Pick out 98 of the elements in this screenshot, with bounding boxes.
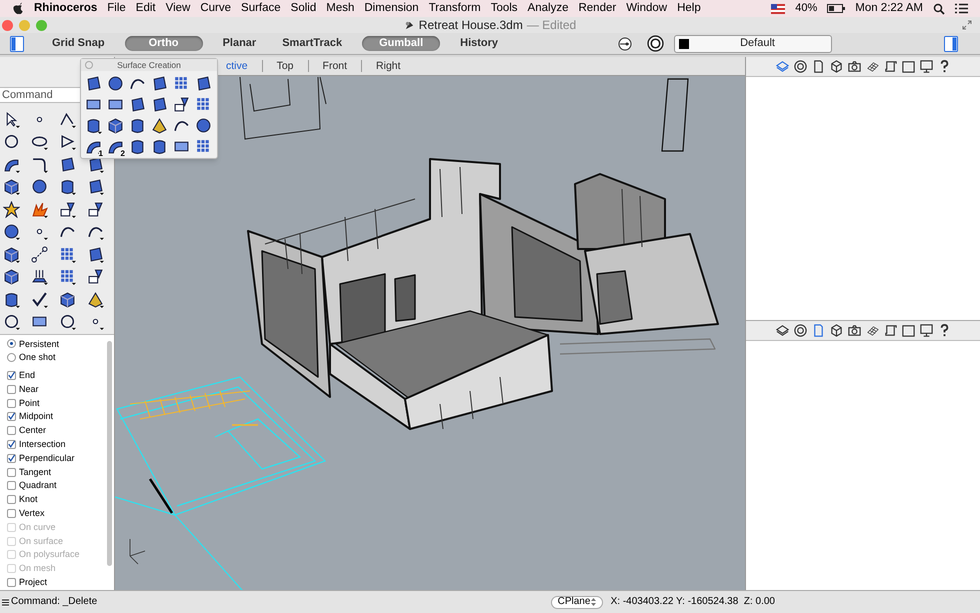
checkbox-label: On polysurface	[19, 548, 80, 562]
menu-item[interactable]: Render	[578, 2, 616, 14]
checkbox-label: Center	[19, 424, 46, 438]
radio-button[interactable]	[7, 339, 16, 348]
checkbox-label: Near	[19, 382, 39, 396]
command-history: Command: _Delete	[11, 597, 98, 607]
checkbox-label: On surface	[19, 534, 64, 548]
tool-icon[interactable]	[29, 245, 49, 263]
checkbox-label: Midpoint	[19, 410, 54, 424]
menu-item[interactable]: Tools	[490, 2, 518, 14]
stepper-icon	[590, 598, 596, 606]
cplane-dropdown[interactable]: CPlane	[550, 596, 603, 608]
target-icon[interactable]	[792, 323, 808, 338]
menu-item[interactable]: Edit	[136, 2, 156, 14]
tool-number-label: 1	[98, 150, 103, 158]
scroll-icon[interactable]	[882, 59, 898, 74]
window-title: Retreat House.3dm	[418, 19, 523, 31]
checkbox[interactable]	[7, 508, 16, 518]
checkbox[interactable]	[7, 426, 16, 436]
checkbox[interactable]	[7, 370, 16, 380]
checkbox-label: Tangent	[19, 466, 52, 478]
menu-item[interactable]: Surface	[241, 2, 281, 14]
coordinates-readout: X: -403403.22 Y: -160524.38 Z: 0.00	[610, 597, 775, 607]
tool-icon[interactable]	[29, 268, 49, 286]
menu-item[interactable]: Dimension	[364, 2, 419, 14]
cube-icon[interactable]	[828, 323, 844, 338]
checkbox-label: End	[19, 369, 36, 382]
checkbox[interactable]	[7, 384, 16, 394]
sidebar-toggle-icon[interactable]	[10, 36, 24, 52]
menu-item[interactable]: Mesh	[326, 2, 354, 14]
radio-label: Persistent	[19, 338, 60, 350]
viewport-tab[interactable]: Front	[316, 60, 354, 72]
checkbox-label: Intersection	[19, 438, 66, 451]
tool-number-label: 2	[120, 150, 125, 158]
menu-item[interactable]: Analyze	[528, 2, 568, 14]
scroll-icon[interactable]	[882, 323, 898, 338]
checkbox[interactable]	[7, 454, 16, 463]
panel-toggle-icon[interactable]	[944, 36, 958, 52]
square-icon[interactable]	[900, 323, 916, 338]
menu-item[interactable]: File	[107, 2, 126, 14]
list-icon[interactable]	[955, 3, 968, 14]
snap-toggle[interactable]: History	[454, 36, 504, 51]
battery-icon[interactable]	[827, 4, 846, 13]
checkbox[interactable]	[7, 495, 16, 504]
flag-icon[interactable]	[771, 4, 786, 14]
app-menu[interactable]: Rhinoceros	[34, 2, 98, 14]
snap-toggle[interactable]: Grid Snap	[46, 36, 111, 51]
monitor-icon[interactable]	[918, 323, 934, 338]
cube-icon[interactable]	[828, 59, 844, 74]
checkbox-label: Knot	[19, 493, 38, 506]
snap-toggle[interactable]: SmartTrack	[276, 36, 348, 51]
tool-icon[interactable]	[1, 200, 21, 218]
menu-item[interactable]: Help	[677, 2, 701, 14]
viewport-tab[interactable]: Right	[369, 60, 408, 72]
layer-color-swatch	[678, 38, 689, 48]
checkbox-label: On mesh	[19, 562, 56, 576]
menu-item[interactable]: Curve	[200, 2, 232, 14]
monitor-icon[interactable]	[918, 59, 934, 74]
checkbox[interactable]	[7, 412, 16, 422]
menu-item[interactable]: View	[166, 2, 190, 14]
checkbox-label: Vertex	[19, 507, 45, 520]
fullscreen-icon[interactable]	[962, 20, 972, 30]
search-icon[interactable]	[933, 2, 945, 14]
menu-item[interactable]: Solid	[290, 2, 316, 14]
edited-status: — Edited	[526, 19, 576, 31]
target-icon[interactable]	[646, 35, 664, 52]
checkbox-label: Project	[19, 576, 48, 589]
document-icon	[404, 20, 415, 30]
osnap-icon[interactable]	[616, 36, 633, 52]
checkbox[interactable]	[7, 481, 16, 490]
battery-percentage: 40%	[795, 3, 818, 14]
radio-button[interactable]	[7, 353, 16, 362]
checkbox[interactable]	[7, 578, 16, 587]
checkbox[interactable]	[7, 398, 16, 408]
menu-clock[interactable]: Mon 2:22 AM	[855, 2, 923, 14]
checkbox-label: Quadrant	[19, 479, 57, 492]
radio-label: One shot	[19, 351, 56, 364]
viewport-tab[interactable]: ctive	[219, 60, 255, 72]
square-icon[interactable]	[900, 59, 916, 74]
menu-item[interactable]: Transform	[428, 2, 481, 14]
camera-icon[interactable]	[846, 323, 862, 338]
palette-title: Surface Creation	[117, 60, 181, 70]
layer-dropdown[interactable]: Default	[674, 34, 832, 52]
camera-icon[interactable]	[846, 59, 862, 74]
checkbox[interactable]	[7, 468, 16, 477]
apple-logo-icon[interactable]	[12, 2, 24, 15]
layers-icon[interactable]	[774, 323, 790, 338]
menu-item[interactable]: Window	[626, 2, 668, 14]
viewport-tab[interactable]: Top	[270, 60, 301, 72]
snap-toggle[interactable]: Planar	[216, 36, 262, 51]
checkbox-label: On curve	[19, 520, 56, 534]
axis-icon	[130, 538, 146, 564]
target-icon[interactable]	[792, 59, 808, 74]
scrollbar[interactable]	[107, 340, 112, 566]
checkbox-label: Perpendicular	[19, 452, 75, 465]
checkbox-label: Point	[19, 396, 40, 410]
menu-icon[interactable]	[2, 598, 9, 606]
checkbox[interactable]	[7, 440, 16, 449]
